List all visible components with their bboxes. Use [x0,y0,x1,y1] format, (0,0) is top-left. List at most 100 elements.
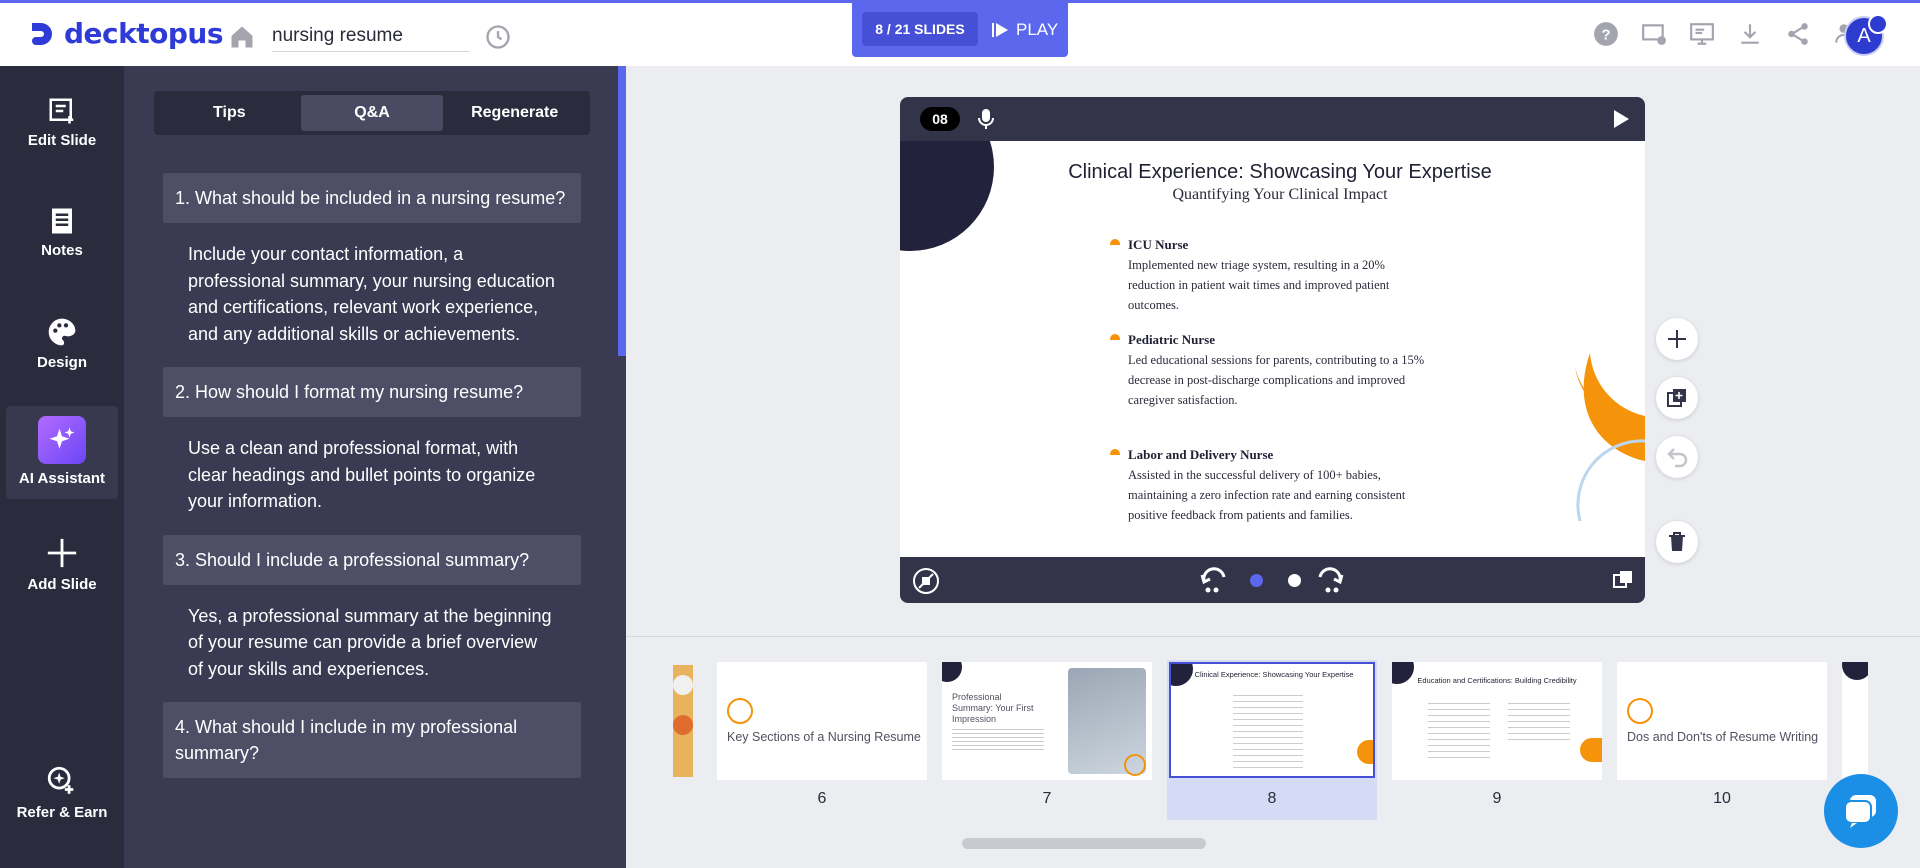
refer-icon [47,766,74,794]
sparkle-icon [38,416,86,464]
undo-button[interactable] [1656,436,1698,478]
slide-filmstrip: Key Sections of a Nursing Resume 6 Profe… [626,636,1920,868]
presentation-settings-icon[interactable] [1640,20,1668,48]
nav-design[interactable]: Design [0,316,124,371]
chat-icon [1844,795,1876,828]
support-chat-button[interactable] [1824,774,1898,848]
play-label: PLAY [1016,20,1059,39]
panel-scrollbar[interactable] [618,66,626,356]
fullscreen-icon[interactable] [1612,569,1634,591]
slide-counter[interactable]: 8 / 21 SLIDES [862,12,978,46]
panel-tabs: Tips Q&A Regenerate [154,91,590,135]
bullet-desc: Assisted in the successful delivery of 1… [1128,468,1406,522]
help-icon[interactable]: ? [1592,20,1620,48]
qa-list: 1. What should be included in a nursing … [163,173,581,778]
qa-answer: Use a clean and professional format, wit… [188,438,536,511]
nav-label: AI Assistant [18,470,106,487]
bullet-icon [1110,239,1120,245]
tab-regenerate[interactable]: Regenerate [443,95,586,131]
svg-text:?: ? [1601,26,1610,43]
thumb-text-lines [1508,698,1570,742]
top-bar: decktopus 8 / 21 SLIDES PLAY ? [0,0,1920,66]
slide-bottom-toolbar [900,557,1645,603]
filmstrip-scrollbar[interactable] [962,838,1206,849]
thumb-partial-5[interactable] [673,665,693,777]
app-name: decktopus [64,17,224,50]
slide-bullet[interactable]: Labor and Delivery Nurse Assisted in the… [1110,447,1428,525]
speech-off-icon[interactable] [912,567,940,595]
bullet-desc: Led educational sessions for parents, co… [1128,353,1425,407]
document-title-input[interactable] [272,20,470,52]
thumb-text-lines [1428,698,1490,758]
qa-question[interactable]: 2. How should I format my nursing resume… [163,367,581,417]
duplicate-slide-button[interactable] [1656,377,1698,419]
thumb-caption: Key Sections of a Nursing Resume [727,730,921,744]
trash-icon [1669,532,1685,551]
thumb-caption: Professional Summary: Your First Impress… [952,692,1034,724]
bullet-desc: Implemented new triage system, resulting… [1128,258,1390,312]
nav-edit-slide[interactable]: Edit Slide [0,96,124,149]
bullet-icon [1110,334,1120,340]
slide-thumbnail[interactable]: Dos and Don'ts of Resume Writing [1617,662,1827,780]
notes-icon [52,208,72,234]
slide-bullet[interactable]: ICU Nurse Implemented new triage system,… [1110,237,1428,315]
nav-add-slide[interactable]: Add Slide [0,536,124,593]
palette-icon [48,318,76,346]
thumb-caption: Dos and Don'ts of Resume Writing [1627,730,1819,744]
qa-question[interactable]: 3. Should I include a professional summa… [163,534,581,585]
thumb-number: 9 [1492,790,1502,807]
undo-animation-icon[interactable] [1200,567,1230,595]
plus-icon [47,538,77,568]
qa-question[interactable]: 4. What should I include in my professio… [163,702,581,778]
microphone-icon[interactable] [976,107,996,131]
nav-label: Edit Slide [27,132,97,149]
slide-thumbnail[interactable]: Professional Summary: Your First Impress… [942,662,1152,780]
bullet-title: ICU Nurse [1128,237,1189,252]
presenter-view-icon[interactable] [1688,20,1716,48]
home-icon[interactable] [228,23,256,51]
slide-canvas[interactable]: Clinical Experience: Showcasing Your Exp… [900,141,1645,557]
redo-animation-icon[interactable] [1314,567,1344,595]
nav-label: Design [36,354,87,371]
plus-icon [1668,330,1686,348]
nav-ai-assistant[interactable]: AI Assistant [6,406,118,499]
thumb-caption: Education and Certifications: Building C… [1417,676,1577,685]
play-slide-icon[interactable] [1612,109,1630,129]
left-sidebar: Edit Slide Notes Design AI Assistant Add… [0,66,124,868]
nav-notes[interactable]: Notes [0,206,124,259]
delete-slide-button[interactable] [1656,521,1698,563]
nav-refer-earn[interactable]: Refer & Earn [0,764,124,821]
qa-answer: Yes, a professional summary at the begin… [188,605,552,679]
tab-tips[interactable]: Tips [158,95,301,131]
undo-icon [1667,448,1688,468]
download-icon[interactable] [1736,20,1764,48]
qa-question[interactable]: 1. What should be included in a nursing … [163,173,581,223]
thumb-number: 7 [1042,790,1052,807]
logo[interactable]: decktopus [26,17,224,50]
step-dot[interactable] [1288,574,1301,587]
play-button[interactable]: PLAY [990,13,1058,47]
step-dot-active[interactable] [1250,574,1263,587]
plan-badge-icon [1868,14,1888,34]
play-icon [992,23,1008,37]
slide-side-tools [1656,318,1698,563]
bullet-title: Pediatric Nurse [1128,332,1216,347]
slide-thumbnail[interactable]: Education and Certifications: Building C… [1392,662,1602,780]
tab-qa[interactable]: Q&A [300,95,444,131]
slide-thumbnail[interactable]: Key Sections of a Nursing Resume [717,662,927,780]
duplicate-icon [1667,389,1686,407]
nav-label: Notes [41,242,83,259]
thumb-partial-11[interactable] [1842,662,1868,780]
slide-thumbnail-selected[interactable]: Clinical Experience: Showcasing Your Exp… [1169,662,1375,778]
share-icon[interactable] [1784,20,1812,48]
slide-bullet[interactable]: Pediatric Nurse Led educational sessions… [1110,332,1428,410]
add-element-button[interactable] [1656,318,1698,360]
slide-title[interactable]: Clinical Experience: Showcasing Your Exp… [900,161,1645,184]
slide-controls: 8 / 21 SLIDES PLAY [852,3,1068,57]
avatar[interactable]: A [1844,14,1888,56]
thumb-number: 6 [817,790,827,807]
slide-toolbar: 08 [900,97,1645,141]
history-icon[interactable] [484,23,512,51]
thumb-number: 10 [1713,790,1731,807]
slide-subtitle[interactable]: Quantifying Your Clinical Impact [900,186,1645,204]
